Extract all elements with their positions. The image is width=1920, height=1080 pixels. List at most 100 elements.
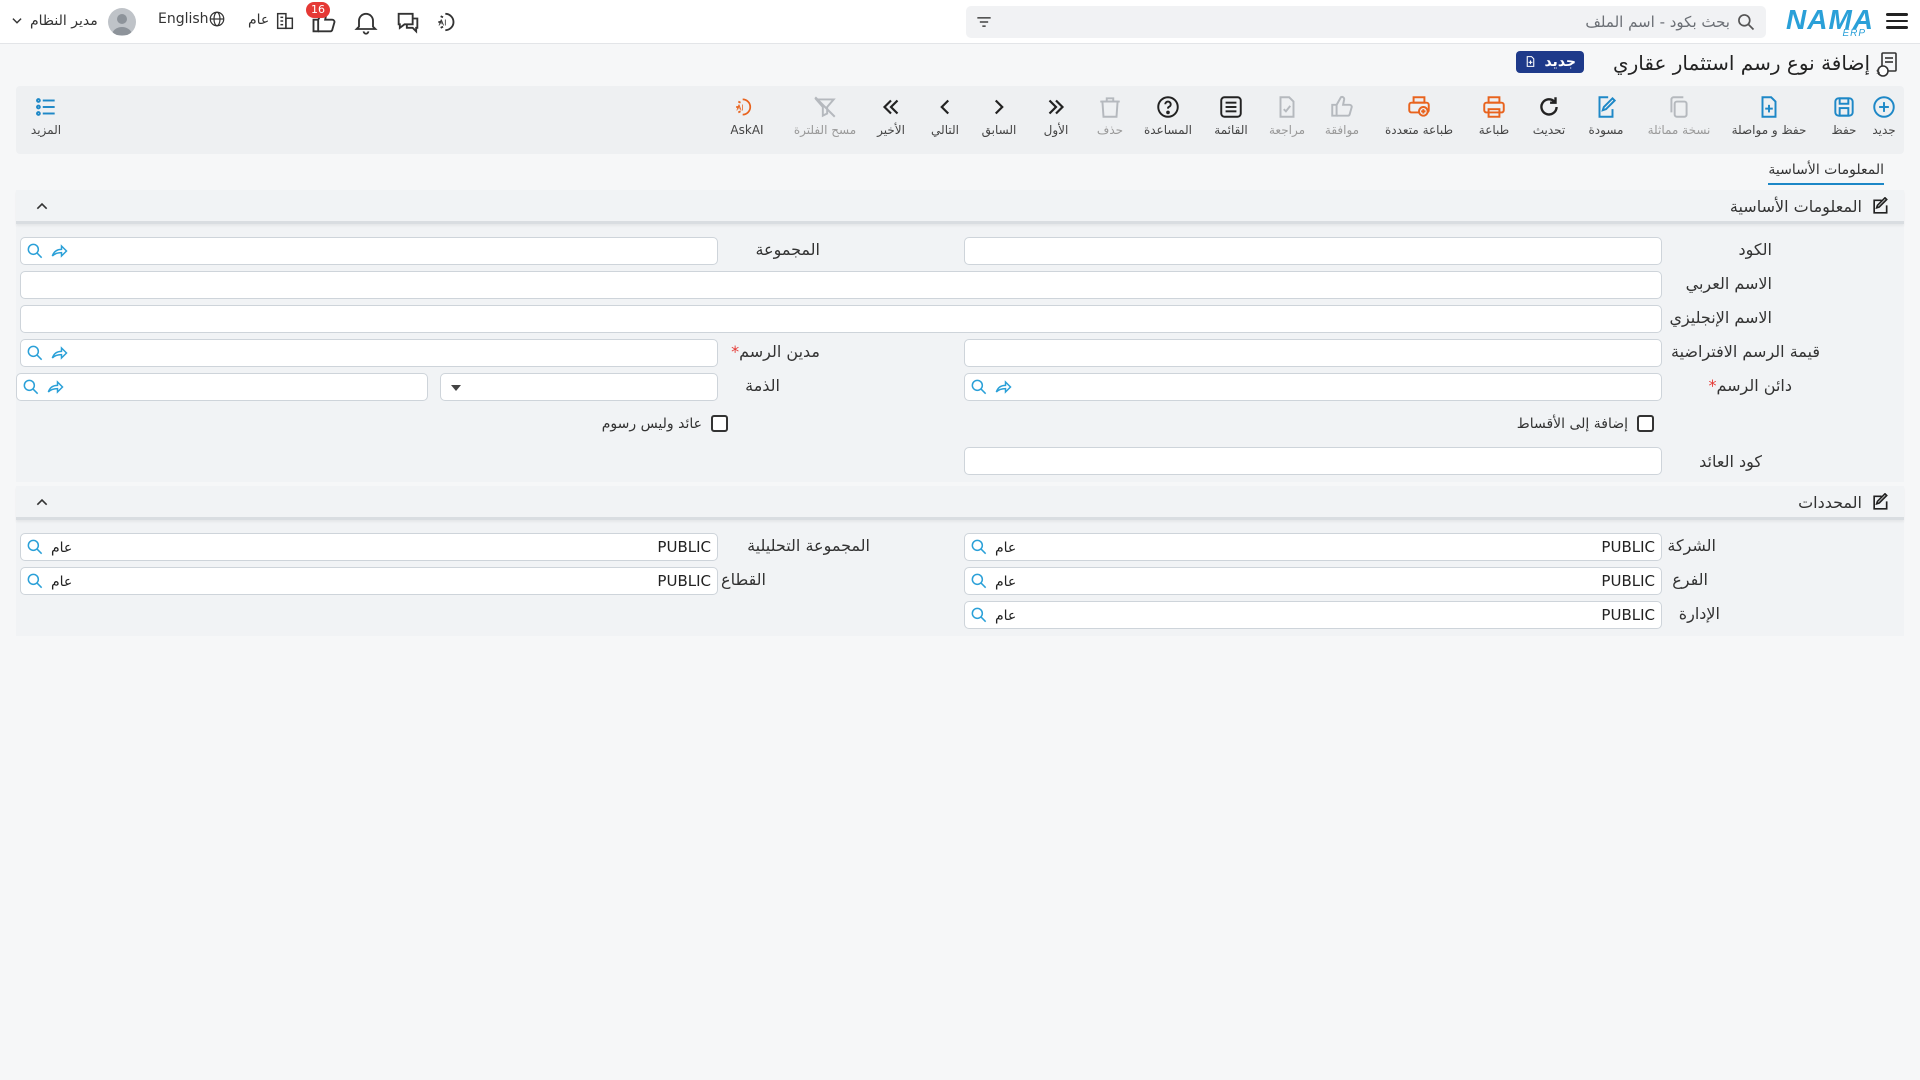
lookup-icons: عام [969,605,1016,627]
dropdown-arrow-icon [451,385,461,391]
search-refresh-icon[interactable] [25,537,45,557]
list-button[interactable]: القائمة [1201,94,1261,150]
default-value-label: قيمة الرسم الافتراضية [1671,342,1820,361]
duplicate-button[interactable]: نسخة مماثلة [1639,94,1719,150]
company-value: PUBLIC [1601,538,1655,556]
debtor-label-text: مدين الرسم [739,342,820,361]
english-name-input[interactable] [21,306,1661,332]
search-input[interactable] [1030,6,1730,38]
group-label: المجموعة [755,240,820,259]
duplicate-label: نسخة مماثلة [1647,123,1711,137]
delete-button[interactable]: حذف [1080,94,1140,150]
search-refresh-icon[interactable] [25,241,45,261]
english-name-field[interactable] [20,305,1662,333]
app-logo[interactable]: NAMA ERP [1786,4,1873,40]
notification-bell-icon[interactable] [352,8,380,36]
share-arrow-icon[interactable] [49,343,69,363]
askai-button[interactable]: AI AskAI [717,94,777,150]
clear-filter-label: مسح الفلترة [793,123,857,137]
filter-icon[interactable] [974,12,994,32]
analysis-group-field[interactable]: PUBLIC عام [20,533,718,561]
chevron-up-icon[interactable] [34,494,50,510]
next-record-button[interactable]: التالي [915,94,975,150]
tab-basic-info[interactable]: المعلومات الأساسية [1768,162,1884,185]
save-button[interactable]: حفظ [1814,94,1874,150]
default-value-field[interactable] [964,339,1662,367]
revenue-not-fee-label: عائد وليس رسوم [601,416,702,432]
liability-lookup-field[interactable] [16,373,428,401]
basic-info-header: المعلومات الأساسية [16,190,1904,224]
default-value-input[interactable] [965,340,1661,366]
chat-icon[interactable] [394,8,422,36]
english-name-label: الاسم الإنجليزي [1669,308,1772,327]
first-record-button[interactable]: الأول [1026,94,1086,150]
arabic-name-input[interactable] [21,272,1661,298]
review-label: مراجعة [1268,123,1306,137]
lookup-icons: عام [25,571,72,593]
search-refresh-icon[interactable] [969,605,989,625]
logo-subtext: ERP [1842,28,1866,39]
ai-assistant-icon[interactable]: AI [436,8,464,36]
help-icon [1157,96,1179,118]
chevron-left-icon [940,99,950,115]
save-continue-button[interactable]: حفظ و مواصلة [1724,94,1814,150]
determinants-section: المحددات الشركة PUBLIC عام المجموعة التح… [16,486,1904,636]
arabic-name-field[interactable] [20,271,1662,299]
department-field[interactable]: PUBLIC عام [964,601,1662,629]
company-field[interactable]: PUBLIC عام [964,533,1662,561]
share-arrow-icon[interactable] [49,241,69,261]
search-refresh-icon[interactable] [969,377,989,397]
print-button[interactable]: طباعة [1464,94,1524,150]
search-refresh-icon[interactable] [21,377,41,397]
review-button[interactable]: مراجعة [1257,94,1317,150]
clear-filter-button[interactable]: مسح الفلترة [787,94,863,150]
search-refresh-icon[interactable] [969,571,989,591]
menu-icon[interactable] [1884,9,1910,35]
share-arrow-icon[interactable] [45,377,65,397]
department-label: الإدارة [1678,604,1720,623]
approve-button[interactable]: موافقة [1312,94,1372,150]
last-record-button[interactable]: الأخير [861,94,921,150]
last-label: الأخير [877,123,905,137]
refresh-button[interactable]: تحديث [1519,94,1579,150]
liability-label: الذمة [745,376,780,395]
code-field[interactable] [964,237,1662,265]
language-switcher[interactable]: English [158,11,225,27]
user-name: مدير النظام [30,13,98,29]
debtor-field[interactable] [20,339,718,367]
edit-icon [1873,197,1888,214]
draft-button[interactable]: مسودة [1576,94,1636,150]
sector-field[interactable]: PUBLIC عام [20,567,718,595]
revenue-code-input[interactable] [965,448,1661,474]
liability-dropdown[interactable] [440,373,718,401]
notification-count-badge: 16 [306,2,330,18]
branch-field[interactable]: PUBLIC عام [964,567,1662,595]
search-icon[interactable] [1736,12,1756,32]
add-installments-checkbox[interactable] [1637,415,1654,432]
analysis-group-label: المجموعة التحليلية [747,536,870,555]
language-label: English [158,11,209,27]
chevron-up-icon[interactable] [34,198,50,214]
creditor-field[interactable] [964,373,1662,401]
company-selector[interactable]: عام [248,12,294,30]
more-button[interactable]: المزيد [16,94,76,150]
save-label: حفظ [1831,123,1857,137]
code-input[interactable] [965,238,1661,264]
previous-record-button[interactable]: السابق [969,94,1029,150]
search-refresh-icon[interactable] [25,343,45,363]
group-field[interactable] [20,237,718,265]
analysis-group-value: PUBLIC [657,538,711,556]
multi-print-button[interactable]: طباعة متعددة [1374,94,1464,150]
help-button[interactable]: المساعدة [1138,94,1198,150]
copy-icon [1670,96,1688,118]
search-refresh-icon[interactable] [25,571,45,591]
approvals-button[interactable]: 16 [306,2,338,36]
search-refresh-icon[interactable] [969,537,989,557]
determinants-header: المحددات [16,486,1904,520]
revenue-not-fee-checkbox[interactable] [711,415,728,432]
required-marker: * [1708,376,1717,395]
revenue-code-label: كود العائد [1699,452,1762,471]
share-arrow-icon[interactable] [993,377,1013,397]
revenue-code-field[interactable] [964,447,1662,475]
clear-filter-icon [814,96,836,118]
